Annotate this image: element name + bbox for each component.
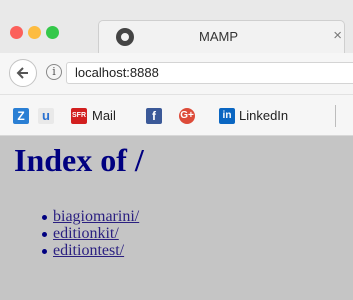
url-text[interactable]: localhost:8888	[75, 65, 159, 80]
u-icon: u	[38, 107, 54, 124]
linkedin-icon: in	[219, 107, 235, 124]
back-button[interactable]	[9, 59, 37, 87]
minimize-window-button[interactable]	[28, 26, 41, 39]
tab-title: MAMP	[199, 29, 238, 44]
directory-list: biagiomarini/ editionkit/ editiontest/	[41, 208, 139, 259]
bookmarks-bar: Z u SFR Mail f G+ in LinkedIn	[0, 95, 353, 136]
tab-mamp[interactable]: MAMP ×	[98, 20, 345, 53]
link-biagiomarini[interactable]: biagiomarini/	[53, 208, 139, 225]
site-info-icon[interactable]: i	[46, 64, 62, 80]
close-tab-icon[interactable]: ×	[333, 27, 342, 44]
link-editionkit[interactable]: editionkit/	[53, 225, 119, 242]
bookmark-u[interactable]: u	[38, 107, 54, 125]
mamp-favicon-icon	[116, 28, 134, 46]
back-arrow-icon	[16, 67, 28, 79]
address-bar[interactable]: localhost:8888	[66, 62, 353, 84]
bookmark-mail[interactable]: SFR Mail	[71, 107, 116, 125]
zoom-window-button[interactable]	[46, 26, 59, 39]
link-editiontest[interactable]: editiontest/	[53, 242, 124, 259]
bookmark-zimbra[interactable]: Z	[13, 107, 29, 125]
page-title: Index of /	[14, 142, 144, 178]
bookmark-mail-label: Mail	[92, 108, 116, 124]
list-item: biagiomarini/	[41, 208, 139, 225]
google-plus-icon: G+	[179, 107, 195, 124]
z-icon: Z	[13, 107, 29, 124]
bookmark-linkedin[interactable]: in LinkedIn	[219, 107, 288, 125]
bookmark-google-plus[interactable]: G+	[179, 107, 195, 125]
close-window-button[interactable]	[10, 26, 23, 39]
bookmarks-separator	[335, 105, 336, 127]
page-content: Index of / biagiomarini/ editionkit/ edi…	[0, 136, 353, 300]
list-item: editiontest/	[41, 242, 139, 259]
navigation-toolbar: i localhost:8888	[0, 53, 353, 95]
title-bar: MAMP ×	[0, 0, 353, 53]
bookmark-linkedin-label: LinkedIn	[239, 108, 289, 124]
sfr-icon: SFR	[71, 107, 87, 124]
bookmark-facebook[interactable]: f	[146, 107, 162, 125]
facebook-icon: f	[146, 107, 162, 124]
list-item: editionkit/	[41, 225, 139, 242]
